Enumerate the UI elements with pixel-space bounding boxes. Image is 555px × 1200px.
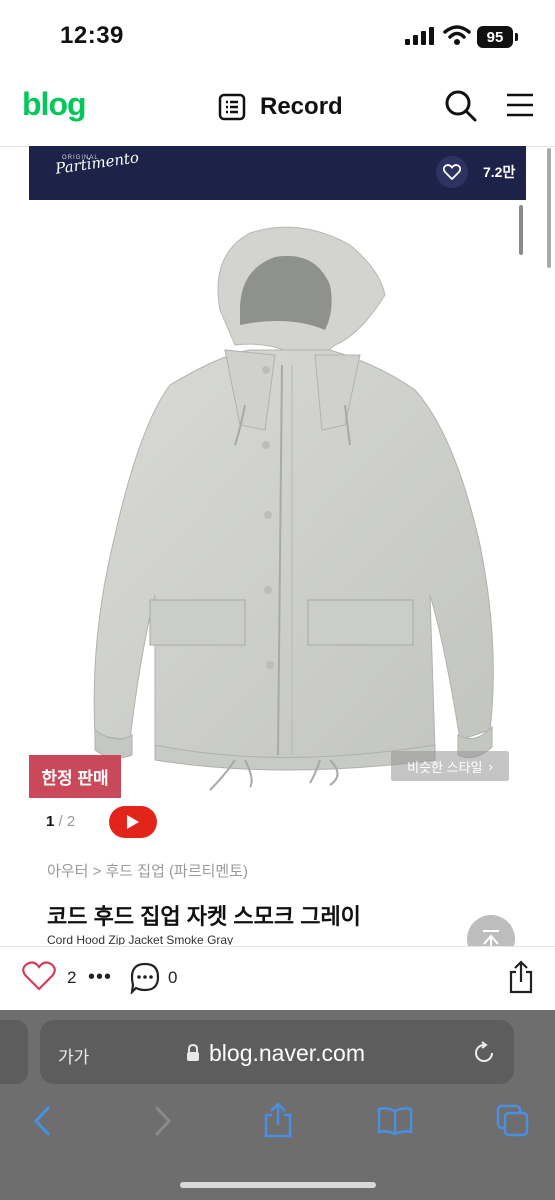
share-icon[interactable]	[508, 960, 534, 994]
share-icon[interactable]	[263, 1102, 293, 1138]
page-title: Record	[260, 93, 343, 120]
chevron-right-icon: ›	[488, 758, 493, 774]
product-title: 코드 후드 집업 자켓 스모크 그레이	[47, 904, 361, 929]
reload-icon[interactable]	[472, 1041, 496, 1065]
like-count: 2	[67, 968, 77, 987]
breadcrumb[interactable]: 아우터 > 후드 집업 (파르티멘토)	[47, 860, 248, 881]
back-icon[interactable]	[32, 1106, 52, 1136]
product-subtitle: Cord Hood Zip Jacket Smoke Gray	[47, 933, 234, 945]
page-settings-button[interactable]: 가가	[58, 1043, 89, 1068]
heart-icon	[443, 164, 461, 180]
previous-tab-peek[interactable]	[0, 1020, 28, 1084]
play-icon	[127, 815, 139, 829]
forward-icon[interactable]	[153, 1106, 173, 1136]
search-icon[interactable]	[443, 88, 479, 124]
status-time: 12:39	[60, 22, 124, 49]
limited-sale-badge: 한정 판매	[29, 755, 121, 798]
video-play-button[interactable]	[109, 806, 157, 838]
banner-like-count: 7.2만	[483, 164, 516, 180]
blog-logo[interactable]: blog	[22, 86, 87, 123]
battery-icon: 95	[477, 26, 513, 48]
banner-like-button[interactable]	[436, 156, 468, 188]
similar-style-label: 비슷한 스타일	[407, 759, 483, 775]
home-indicator	[180, 1182, 376, 1188]
lock-icon	[187, 1044, 199, 1061]
inner-scrollbar[interactable]	[519, 205, 523, 255]
url-text[interactable]: blog.naver.com	[209, 1040, 365, 1067]
more-options-icon[interactable]: •••	[88, 966, 112, 989]
wifi-icon	[443, 25, 471, 45]
comment-count: 0	[168, 968, 178, 987]
heart-icon[interactable]	[22, 961, 56, 991]
battery-tip	[515, 33, 518, 41]
product-image[interactable]	[60, 215, 500, 795]
similar-style-button[interactable]: 비슷한 스타일 ›	[391, 751, 509, 781]
comment-icon[interactable]	[130, 962, 160, 994]
list-icon[interactable]	[218, 93, 246, 121]
battery-level: 95	[486, 28, 504, 46]
tabs-icon[interactable]	[496, 1104, 530, 1138]
bookmarks-icon[interactable]	[377, 1106, 413, 1136]
image-pager: 1 / 2	[46, 813, 75, 830]
menu-icon[interactable]	[506, 92, 534, 118]
pager-total: / 2	[58, 813, 76, 830]
page-scrollbar[interactable]	[547, 148, 551, 268]
cellular-signal-icon	[405, 27, 434, 45]
post-action-bar	[0, 946, 555, 1011]
pager-current: 1	[46, 813, 55, 830]
